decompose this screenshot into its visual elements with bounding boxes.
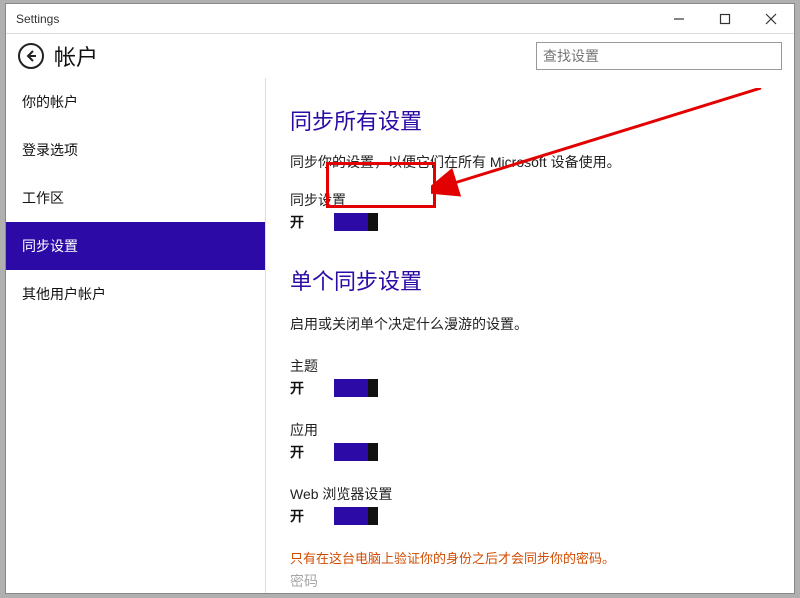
setting-password: 密码 开 — [290, 571, 770, 593]
setting-theme: 主题 开 — [290, 356, 770, 398]
setting-apps: 应用 开 — [290, 420, 770, 462]
toggle-knob — [368, 507, 378, 525]
sidebar: 你的帐户 登录选项 工作区 同步设置 其他用户帐户 — [6, 78, 266, 593]
content-pane: 同步所有设置 同步你的设置，以便它们在所有 Microsoft 设备使用。 同步… — [266, 78, 794, 593]
setting-sync-all-label: 同步设置 — [290, 190, 770, 210]
page-title: 帐户 — [54, 40, 98, 72]
sidebar-item-other-users[interactable]: 其他用户帐户 — [6, 270, 265, 318]
sidebar-item-your-account[interactable]: 你的帐户 — [6, 78, 265, 126]
header: 帐户 — [6, 34, 794, 78]
setting-web-browser-state: 开 — [290, 506, 304, 526]
toggle-web-browser[interactable] — [334, 507, 378, 525]
password-warning-text: 只有在这台电脑上验证你的身份之后才会同步你的密码。 — [290, 548, 770, 567]
toggle-apps[interactable] — [334, 443, 378, 461]
setting-apps-state: 开 — [290, 442, 304, 462]
toggle-sync-all[interactable] — [334, 213, 378, 231]
sidebar-item-sync-settings[interactable]: 同步设置 — [6, 222, 265, 270]
setting-web-browser: Web 浏览器设置 开 — [290, 484, 770, 526]
toggle-knob — [368, 443, 378, 461]
setting-apps-label: 应用 — [290, 420, 770, 440]
minimize-button[interactable] — [656, 4, 702, 34]
toggle-theme[interactable] — [334, 379, 378, 397]
settings-window: Settings 帐户 你的帐户 登录选项 工作区 同步设置 其他用户帐户 同步… — [5, 3, 795, 594]
setting-password-label: 密码 — [290, 571, 770, 591]
setting-sync-all-state: 开 — [290, 212, 304, 232]
setting-sync-all: 同步设置 开 — [290, 190, 770, 232]
section-individual-desc: 启用或关闭单个决定什么漫游的设置。 — [290, 314, 770, 334]
close-button[interactable] — [748, 4, 794, 34]
setting-theme-state: 开 — [290, 378, 304, 398]
search-input[interactable] — [536, 42, 782, 70]
sidebar-item-work-access[interactable]: 工作区 — [6, 174, 265, 222]
section-sync-all-desc: 同步你的设置，以便它们在所有 Microsoft 设备使用。 — [290, 152, 770, 172]
maximize-button[interactable] — [702, 4, 748, 34]
window-title: Settings — [16, 12, 59, 26]
section-individual-title: 单个同步设置 — [290, 264, 770, 296]
setting-web-browser-label: Web 浏览器设置 — [290, 484, 770, 504]
setting-theme-label: 主题 — [290, 356, 770, 376]
body: 你的帐户 登录选项 工作区 同步设置 其他用户帐户 同步所有设置 同步你的设置，… — [6, 78, 794, 593]
toggle-knob — [368, 213, 378, 231]
toggle-knob — [368, 379, 378, 397]
section-sync-all-title: 同步所有设置 — [290, 104, 770, 136]
sidebar-item-signin-options[interactable]: 登录选项 — [6, 126, 265, 174]
back-button[interactable] — [18, 43, 44, 69]
title-bar: Settings — [6, 4, 794, 34]
